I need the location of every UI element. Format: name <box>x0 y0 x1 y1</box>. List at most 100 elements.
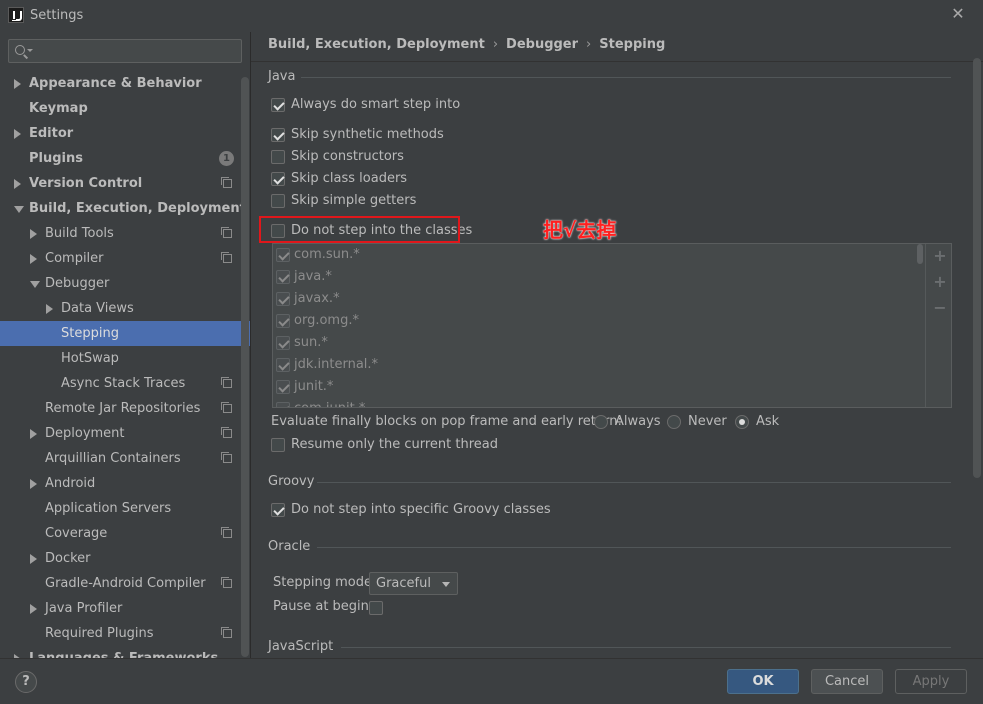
project-settings-icon <box>221 402 232 413</box>
collapsed-arrow-icon[interactable] <box>14 79 21 89</box>
excluded-classes-list[interactable]: com.sun.* java.* javax.* org.omg.* sun.* jdk.… <box>272 243 952 408</box>
checkbox[interactable] <box>271 503 285 517</box>
sidebar-item-stepping[interactable]: Stepping <box>0 321 250 346</box>
stepping-mode-label: Stepping mode: <box>273 575 377 590</box>
breadcrumb: Build, Execution, Deployment › Debugger › St… <box>268 37 665 57</box>
sidebar-item-hotswap[interactable]: HotSwap <box>0 346 250 371</box>
sidebar-item-appearance-behavior[interactable]: Appearance & Behavior <box>0 71 250 96</box>
class-pattern: sun.* <box>294 335 328 350</box>
checkbox[interactable] <box>276 292 290 306</box>
expanded-arrow-icon[interactable] <box>30 281 40 288</box>
radio-label[interactable]: Never <box>688 412 727 432</box>
sidebar-item-arquillian-containers[interactable]: Arquillian Containers <box>0 446 250 471</box>
sidebar-item-required-plugins[interactable]: Required Plugins <box>0 621 250 646</box>
sidebar-item-coverage[interactable]: Coverage <box>0 521 250 546</box>
list-scrollbar[interactable] <box>917 244 923 264</box>
breadcrumb-item[interactable]: Build, Execution, Deployment <box>268 37 485 52</box>
checkbox[interactable] <box>271 150 285 164</box>
checkbox[interactable] <box>276 358 290 372</box>
sidebar-item-build-execution-deployment[interactable]: Build, Execution, Deployment <box>0 196 250 221</box>
radio-label[interactable]: Ask <box>756 412 779 432</box>
radio-label[interactable]: Always <box>615 412 661 432</box>
sidebar-item-java-profiler[interactable]: Java Profiler <box>0 596 250 621</box>
radio-never[interactable] <box>667 415 681 429</box>
project-settings-icon <box>221 527 232 538</box>
pause-at-begin-label: Pause at begin: <box>273 599 374 614</box>
checkbox[interactable] <box>271 172 285 186</box>
sidebar-item-android[interactable]: Android <box>0 471 250 496</box>
content-scrollbar[interactable] <box>973 58 981 478</box>
add-class-icon[interactable]: + <box>933 248 947 264</box>
class-list-item[interactable]: junit.* <box>273 376 951 398</box>
sidebar-item-async-stack-traces[interactable]: Async Stack Traces <box>0 371 250 396</box>
collapsed-arrow-icon[interactable] <box>46 304 53 314</box>
sidebar-item-application-servers[interactable]: Application Servers <box>0 496 250 521</box>
breadcrumb-item[interactable]: Stepping <box>599 37 665 52</box>
chevron-down-icon <box>442 582 450 587</box>
breadcrumb-item[interactable]: Debugger <box>506 37 578 52</box>
collapsed-arrow-icon[interactable] <box>30 429 37 439</box>
expanded-arrow-icon[interactable] <box>14 206 24 213</box>
collapsed-arrow-icon[interactable] <box>30 554 37 564</box>
collapsed-arrow-icon[interactable] <box>14 129 21 139</box>
intellij-app-icon <box>8 7 24 23</box>
ok-button[interactable]: OK <box>727 669 799 694</box>
add-pattern-icon[interactable]: + <box>933 274 947 290</box>
class-list-item[interactable]: sun.* <box>273 332 951 354</box>
sidebar-item-debugger[interactable]: Debugger <box>0 271 250 296</box>
checkbox[interactable] <box>276 314 290 328</box>
stepping-mode-select[interactable]: Graceful <box>369 572 458 595</box>
checkbox[interactable] <box>276 402 290 407</box>
checkbox[interactable] <box>271 98 285 112</box>
sidebar-item-label: Debugger <box>45 276 110 291</box>
project-settings-icon <box>221 177 232 188</box>
checkbox[interactable] <box>276 336 290 350</box>
sidebar-item-keymap[interactable]: Keymap <box>0 96 250 121</box>
checkbox[interactable] <box>276 380 290 394</box>
sidebar-item-version-control[interactable]: Version Control <box>0 171 250 196</box>
sidebar-item-label: Keymap <box>29 101 88 116</box>
sidebar-item-build-tools[interactable]: Build Tools <box>0 221 250 246</box>
sidebar-item-compiler[interactable]: Compiler <box>0 246 250 271</box>
radio-ask[interactable] <box>735 415 749 429</box>
sidebar-scrollbar[interactable] <box>241 77 249 657</box>
remove-icon[interactable]: − <box>933 300 947 316</box>
option-label: Skip class loaders <box>291 171 408 186</box>
option-label: Do not step into specific Groovy classes <box>291 502 551 517</box>
project-settings-icon <box>221 427 232 438</box>
sidebar-item-docker[interactable]: Docker <box>0 546 250 571</box>
checkbox[interactable] <box>276 248 290 262</box>
search-input[interactable] <box>8 39 242 63</box>
sidebar-item-gradle-android-compiler[interactable]: Gradle-Android Compiler <box>0 571 250 596</box>
radio-always[interactable] <box>594 415 608 429</box>
sidebar-item-languages-frameworks[interactable]: Languages & Frameworks <box>0 646 250 658</box>
collapsed-arrow-icon[interactable] <box>30 479 37 489</box>
collapsed-arrow-icon[interactable] <box>30 254 37 264</box>
class-pattern: org.omg.* <box>294 313 359 328</box>
class-list-item[interactable]: java.* <box>273 266 951 288</box>
select-value: Graceful <box>376 576 431 591</box>
checkbox[interactable] <box>271 194 285 208</box>
class-list-item[interactable]: jdk.internal.* <box>273 354 951 376</box>
sidebar-item-editor[interactable]: Editor <box>0 121 250 146</box>
pause-at-begin-checkbox[interactable] <box>369 601 383 615</box>
class-list-item[interactable]: javax.* <box>273 288 951 310</box>
class-list-item[interactable]: com.junit.* <box>273 398 951 407</box>
cancel-button[interactable]: Cancel <box>811 669 883 694</box>
collapsed-arrow-icon[interactable] <box>30 604 37 614</box>
sidebar-item-plugins[interactable]: Plugins 1 <box>0 146 250 171</box>
close-icon[interactable]: ✕ <box>950 6 966 22</box>
sidebar-item-remote-jar-repositories[interactable]: Remote Jar Repositories <box>0 396 250 421</box>
sidebar-item-data-views[interactable]: Data Views <box>0 296 250 321</box>
help-button[interactable]: ? <box>15 671 37 693</box>
option-label: Always do smart step into <box>291 97 461 112</box>
checkbox[interactable] <box>271 438 285 452</box>
checkbox[interactable] <box>271 128 285 142</box>
collapsed-arrow-icon[interactable] <box>30 229 37 239</box>
class-list-item[interactable]: org.omg.* <box>273 310 951 332</box>
collapsed-arrow-icon[interactable] <box>14 179 21 189</box>
apply-button[interactable]: Apply <box>895 669 967 694</box>
sidebar-item-deployment[interactable]: Deployment <box>0 421 250 446</box>
checkbox[interactable] <box>276 270 290 284</box>
class-list-item[interactable]: com.sun.* <box>273 244 951 266</box>
